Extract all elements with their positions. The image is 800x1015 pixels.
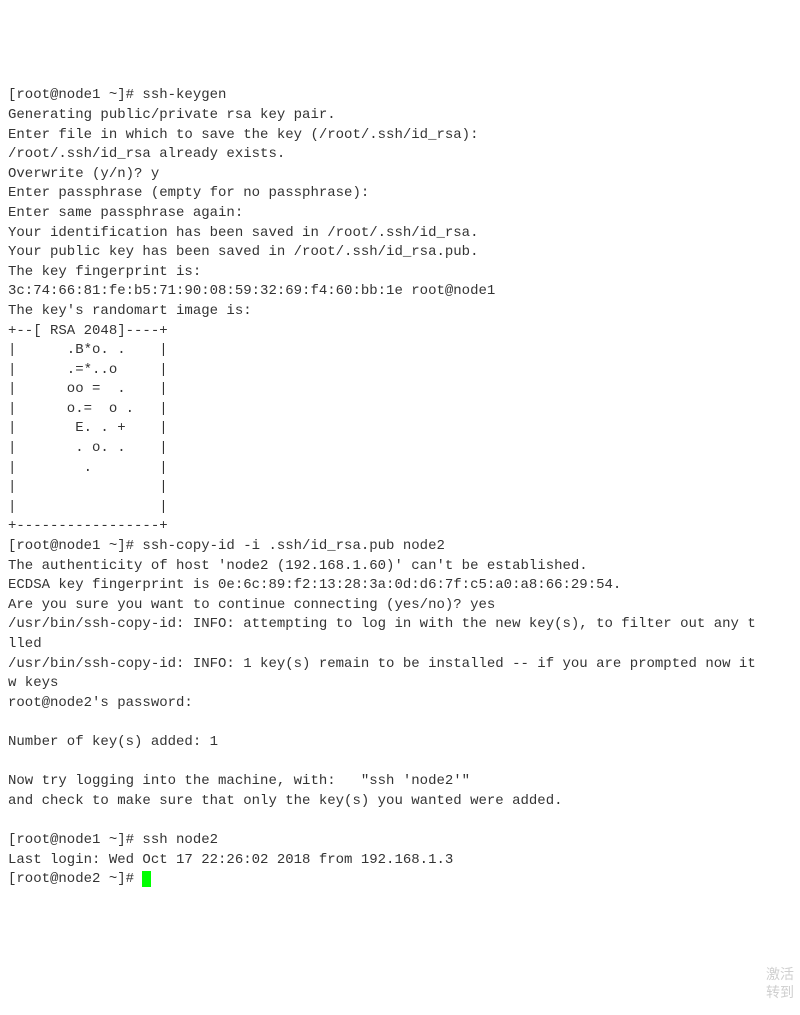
- cursor-icon: [142, 871, 151, 887]
- final-prompt: [root@node2 ~]#: [8, 871, 142, 887]
- terminal-output[interactable]: [root@node1 ~]# ssh-keygen Generating pu…: [8, 86, 792, 870]
- watermark-line2: 转到: [766, 983, 794, 1001]
- final-prompt-line[interactable]: [root@node2 ~]#: [8, 871, 151, 887]
- watermark-line1: 激活: [766, 965, 794, 983]
- watermark: 激活 转到: [766, 965, 794, 1001]
